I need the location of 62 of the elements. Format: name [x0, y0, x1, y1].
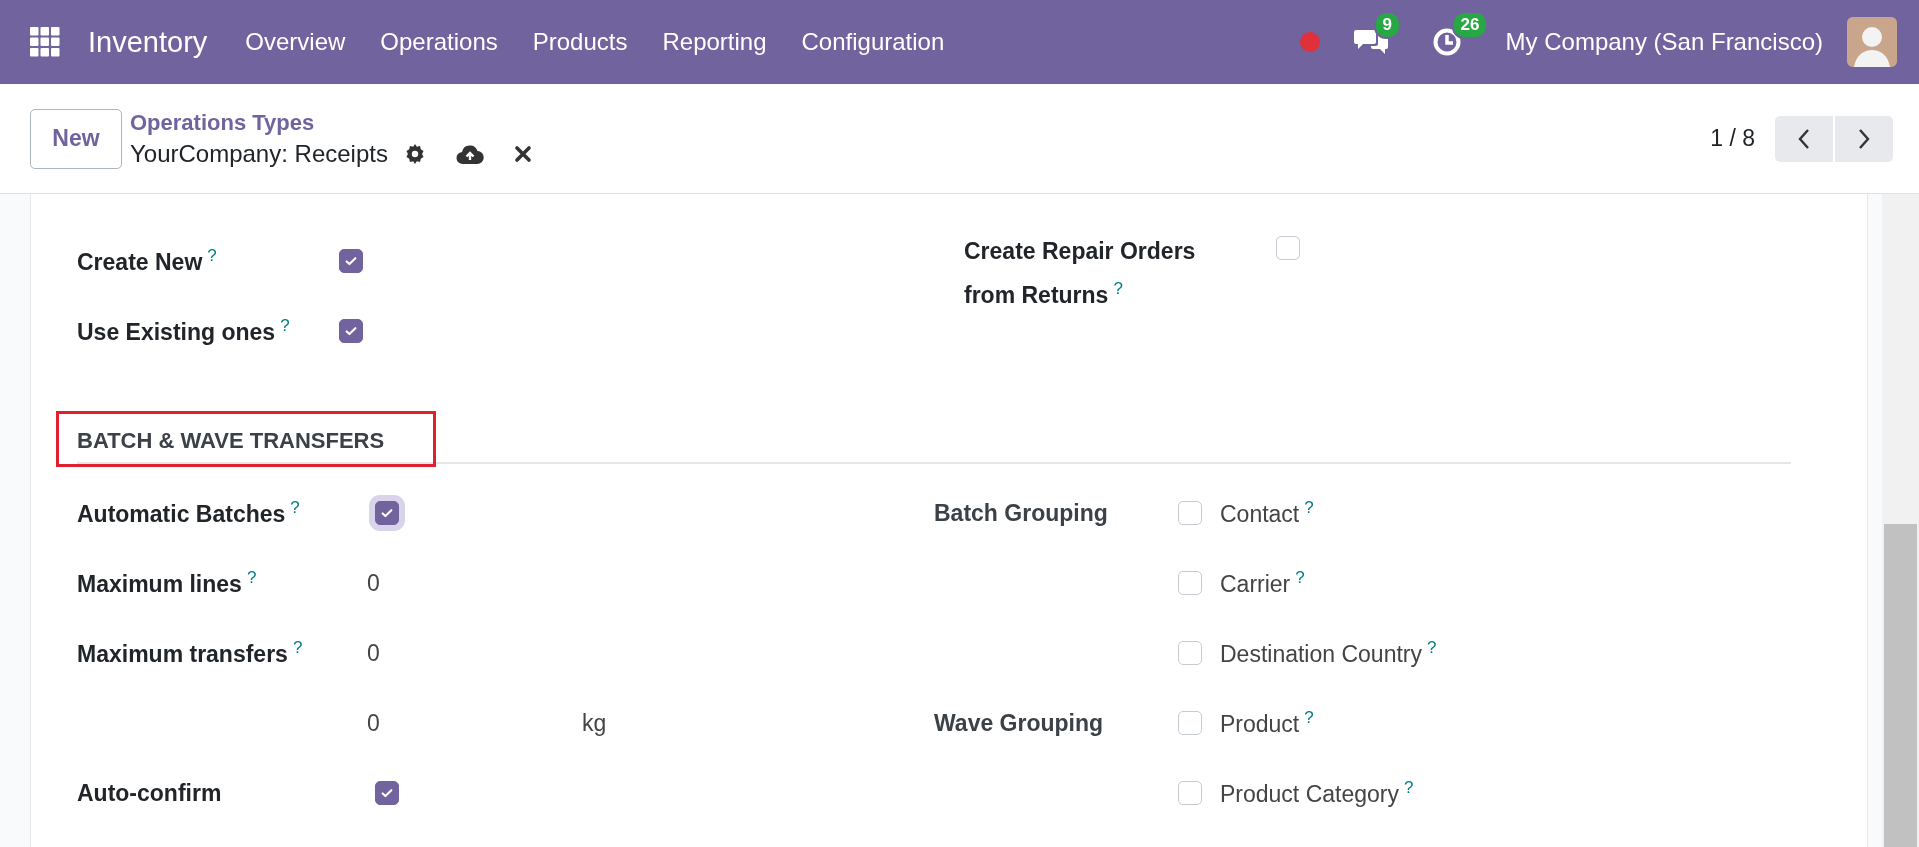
- help-tooltip-mark[interactable]: ?: [246, 568, 257, 588]
- help-tooltip-mark[interactable]: ?: [280, 316, 290, 336]
- checkbox[interactable]: [375, 781, 399, 805]
- menu-item[interactable]: Products: [532, 28, 628, 56]
- group-label: Wave Grouping: [934, 709, 1104, 736]
- help-tooltip-mark[interactable]: ?: [207, 246, 217, 266]
- close-icon[interactable]: [513, 144, 532, 163]
- field-label: Maximum lines $^{?}$: [77, 568, 258, 598]
- breadcrumb-link[interactable]: Operations Types: [130, 109, 532, 136]
- next-button[interactable]: [1835, 115, 1893, 162]
- section-heading: BATCH & WAVE TRANSFERS: [77, 428, 385, 453]
- checkmark-icon: [380, 786, 394, 800]
- help-tooltip-mark[interactable]: ?: [1304, 708, 1314, 728]
- scrollbar[interactable]: [1882, 194, 1919, 847]
- scrollbar-thumb[interactable]: [1884, 524, 1917, 847]
- help-tooltip-mark[interactable]: ?: [1427, 638, 1437, 658]
- number-field[interactable]: 0: [339, 639, 582, 667]
- chevron-left-icon: [1797, 127, 1811, 150]
- user-avatar-icon[interactable]: [1847, 17, 1897, 67]
- field-label: Use Existing ones $^{?}$: [77, 316, 291, 346]
- record-dot-icon[interactable]: [1299, 32, 1320, 52]
- menu-item[interactable]: Operations: [380, 28, 498, 56]
- field-label: Auto-confirm: [77, 779, 223, 807]
- clock-icon[interactable]: [1431, 27, 1462, 57]
- field-label: Create Repair Orders from Returns $^{?}$: [964, 237, 1197, 310]
- help-tooltip-mark[interactable]: ?: [1295, 568, 1305, 588]
- checkbox[interactable]: [339, 249, 363, 273]
- option-label: Destination Country $^{?}$: [1220, 638, 1437, 668]
- pager-counter[interactable]: 1 / 8: [1710, 125, 1755, 152]
- help-tooltip-mark[interactable]: ?: [1304, 498, 1314, 518]
- unit-label: kg: [582, 709, 607, 737]
- app-name[interactable]: Inventory: [88, 25, 208, 59]
- chevron-right-icon: [1857, 127, 1871, 150]
- option-label: Carrier $^{?}$: [1220, 568, 1305, 598]
- menu-item[interactable]: Overview: [245, 28, 346, 56]
- menu-item[interactable]: Configuration: [801, 28, 945, 56]
- option-label: Product Category $^{?}$: [1220, 778, 1414, 808]
- weight-field[interactable]: 0: [339, 709, 582, 737]
- cloud-upload-icon[interactable]: [455, 142, 484, 165]
- field-label: Create New $^{?}$: [77, 246, 218, 276]
- company-switcher[interactable]: My Company (San Francisco): [1505, 28, 1823, 56]
- help-tooltip-mark[interactable]: ?: [1113, 279, 1123, 298]
- group-label: Batch Grouping: [934, 499, 1108, 526]
- help-tooltip-mark[interactable]: ?: [292, 638, 303, 658]
- help-tooltip-mark[interactable]: ?: [290, 498, 300, 518]
- field-label: Automatic Batches $^{?}$: [77, 498, 301, 528]
- previous-button[interactable]: [1775, 115, 1833, 162]
- message-count-badge: 9: [1373, 11, 1402, 39]
- checkmark-icon: [380, 506, 394, 520]
- field-label: Maximum transfers $^{?}$: [77, 638, 304, 668]
- activity-count-badge: 26: [1451, 11, 1489, 39]
- new-button[interactable]: New: [30, 108, 122, 169]
- menu-item[interactable]: Reporting: [662, 28, 767, 56]
- app-grid-icon[interactable]: [30, 27, 60, 57]
- record-title: YourCompany: Receipts: [130, 139, 388, 168]
- checkmark-icon: [344, 254, 358, 268]
- checkbox[interactable]: [339, 319, 363, 343]
- option-label: Product $^{?}$: [1220, 708, 1314, 738]
- help-tooltip-mark[interactable]: ?: [1404, 778, 1414, 798]
- checkmark-icon: [344, 324, 358, 338]
- option-label: Contact $^{?}$: [1220, 498, 1314, 528]
- number-field[interactable]: 0: [339, 569, 582, 597]
